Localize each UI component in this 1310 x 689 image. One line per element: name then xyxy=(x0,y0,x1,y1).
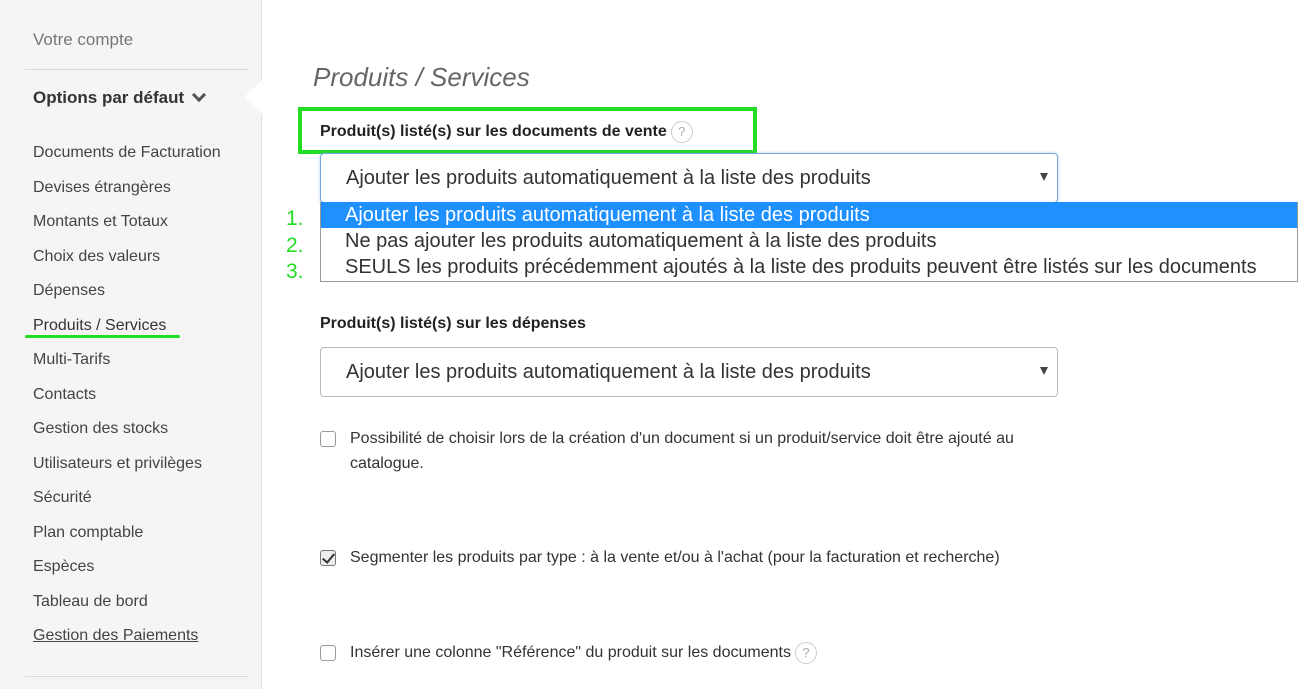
sales-select-value: Ajouter les produits automatiquement à l… xyxy=(346,167,871,189)
dropdown-option[interactable]: Ne pas ajouter les produits automatiquem… xyxy=(321,228,1297,254)
checkbox-label: Insérer une colonne "Référence" du produ… xyxy=(350,640,817,665)
annotation-number: 1. xyxy=(286,207,304,230)
expenses-products-select[interactable]: Ajouter les produits automatiquement à l… xyxy=(320,347,1058,397)
help-icon[interactable]: ? xyxy=(794,641,817,664)
sales-field-label-text: Produit(s) listé(s) sur les documents de… xyxy=(320,123,667,141)
expenses-field-label: Produit(s) listé(s) sur les dépenses xyxy=(320,315,586,332)
sidebar-item-paiements-label: Gestion des Paiements xyxy=(33,627,199,644)
dropdown-option[interactable]: Ajouter les produits automatiquement à l… xyxy=(321,202,1297,228)
page-title: Produits / Services xyxy=(313,62,530,92)
annotation-underline xyxy=(25,335,180,338)
sidebar-item-montants[interactable]: Montants et Totaux xyxy=(33,212,221,247)
sidebar-divider xyxy=(25,69,248,70)
sidebar-item-devises[interactable]: Devises étrangères xyxy=(33,178,221,213)
sidebar-item-stocks[interactable]: Gestion des stocks xyxy=(33,419,221,454)
sidebar-item-paiements[interactable]: Gestion des Paiements xyxy=(33,626,221,661)
checkbox-label-text: Insérer une colonne "Référence" du produ… xyxy=(350,644,791,661)
sidebar-item-utilisateurs[interactable]: Utilisateurs et privilèges xyxy=(33,454,221,489)
checkbox-row-catalogue: Possibilité de choisir lors de la créati… xyxy=(320,430,1020,476)
sidebar: Votre compte Options par défaut Document… xyxy=(0,0,262,689)
checkbox-row-segmenter: Segmenter les produits par type : à la v… xyxy=(320,549,1020,570)
segment-checkbox[interactable] xyxy=(320,550,336,566)
sales-select-dropdown: Ajouter les produits automatiquement à l… xyxy=(320,202,1298,282)
dropdown-arrow-icon xyxy=(1040,367,1048,375)
help-icon[interactable]: ? xyxy=(670,121,693,143)
sidebar-divider-bottom xyxy=(25,676,248,677)
sidebar-item-multi-tarifs[interactable]: Multi-Tarifs xyxy=(33,350,221,385)
sidebar-item-choix-valeurs[interactable]: Choix des valeurs xyxy=(33,247,221,282)
dropdown-option[interactable]: SEULS les produits précédemment ajoutés … xyxy=(321,254,1297,280)
sidebar-options-title: Options par défaut xyxy=(33,88,185,107)
expenses-select-value: Ajouter les produits automatiquement à l… xyxy=(346,361,871,383)
main-content: Produits / Services Produit(s) listé(s) … xyxy=(262,0,1310,689)
annotation-number: 2. xyxy=(286,233,304,257)
sidebar-options-toggle[interactable]: Options par défaut xyxy=(33,87,207,108)
sidebar-item-contacts[interactable]: Contacts xyxy=(33,385,221,420)
sidebar-item-plan-comptable[interactable]: Plan comptable xyxy=(33,523,221,558)
active-section-notch xyxy=(244,80,262,114)
catalogue-checkbox[interactable] xyxy=(320,431,336,447)
sidebar-item-produits-services[interactable]: Produits / Services xyxy=(33,316,221,351)
sidebar-item-especes[interactable]: Espèces xyxy=(33,557,221,592)
sidebar-menu: Documents de Facturation Devises étrangè… xyxy=(33,143,221,661)
annotation-numbers: 1. 2. 3. xyxy=(286,206,304,286)
reference-checkbox[interactable] xyxy=(320,645,336,661)
sidebar-item-documents-facturation[interactable]: Documents de Facturation xyxy=(33,143,221,178)
annotation-number: 3. xyxy=(286,260,304,283)
sidebar-account-link[interactable]: Votre compte xyxy=(33,30,133,50)
sidebar-item-securite[interactable]: Sécurité xyxy=(33,488,221,523)
sales-field-label: Produit(s) listé(s) sur les documents de… xyxy=(320,121,693,143)
sidebar-item-depenses[interactable]: Dépenses xyxy=(33,281,221,316)
sidebar-item-tableau-bord[interactable]: Tableau de bord xyxy=(33,592,221,627)
chevron-down-icon xyxy=(192,87,207,103)
dropdown-arrow-icon xyxy=(1040,173,1048,181)
checkbox-label: Possibilité de choisir lors de la créati… xyxy=(350,430,1014,472)
checkbox-label: Segmenter les produits par type : à la v… xyxy=(350,549,1000,566)
sales-products-select[interactable]: Ajouter les produits automatiquement à l… xyxy=(320,153,1058,203)
checkbox-row-reference: Insérer une colonne "Référence" du produ… xyxy=(320,641,1020,665)
